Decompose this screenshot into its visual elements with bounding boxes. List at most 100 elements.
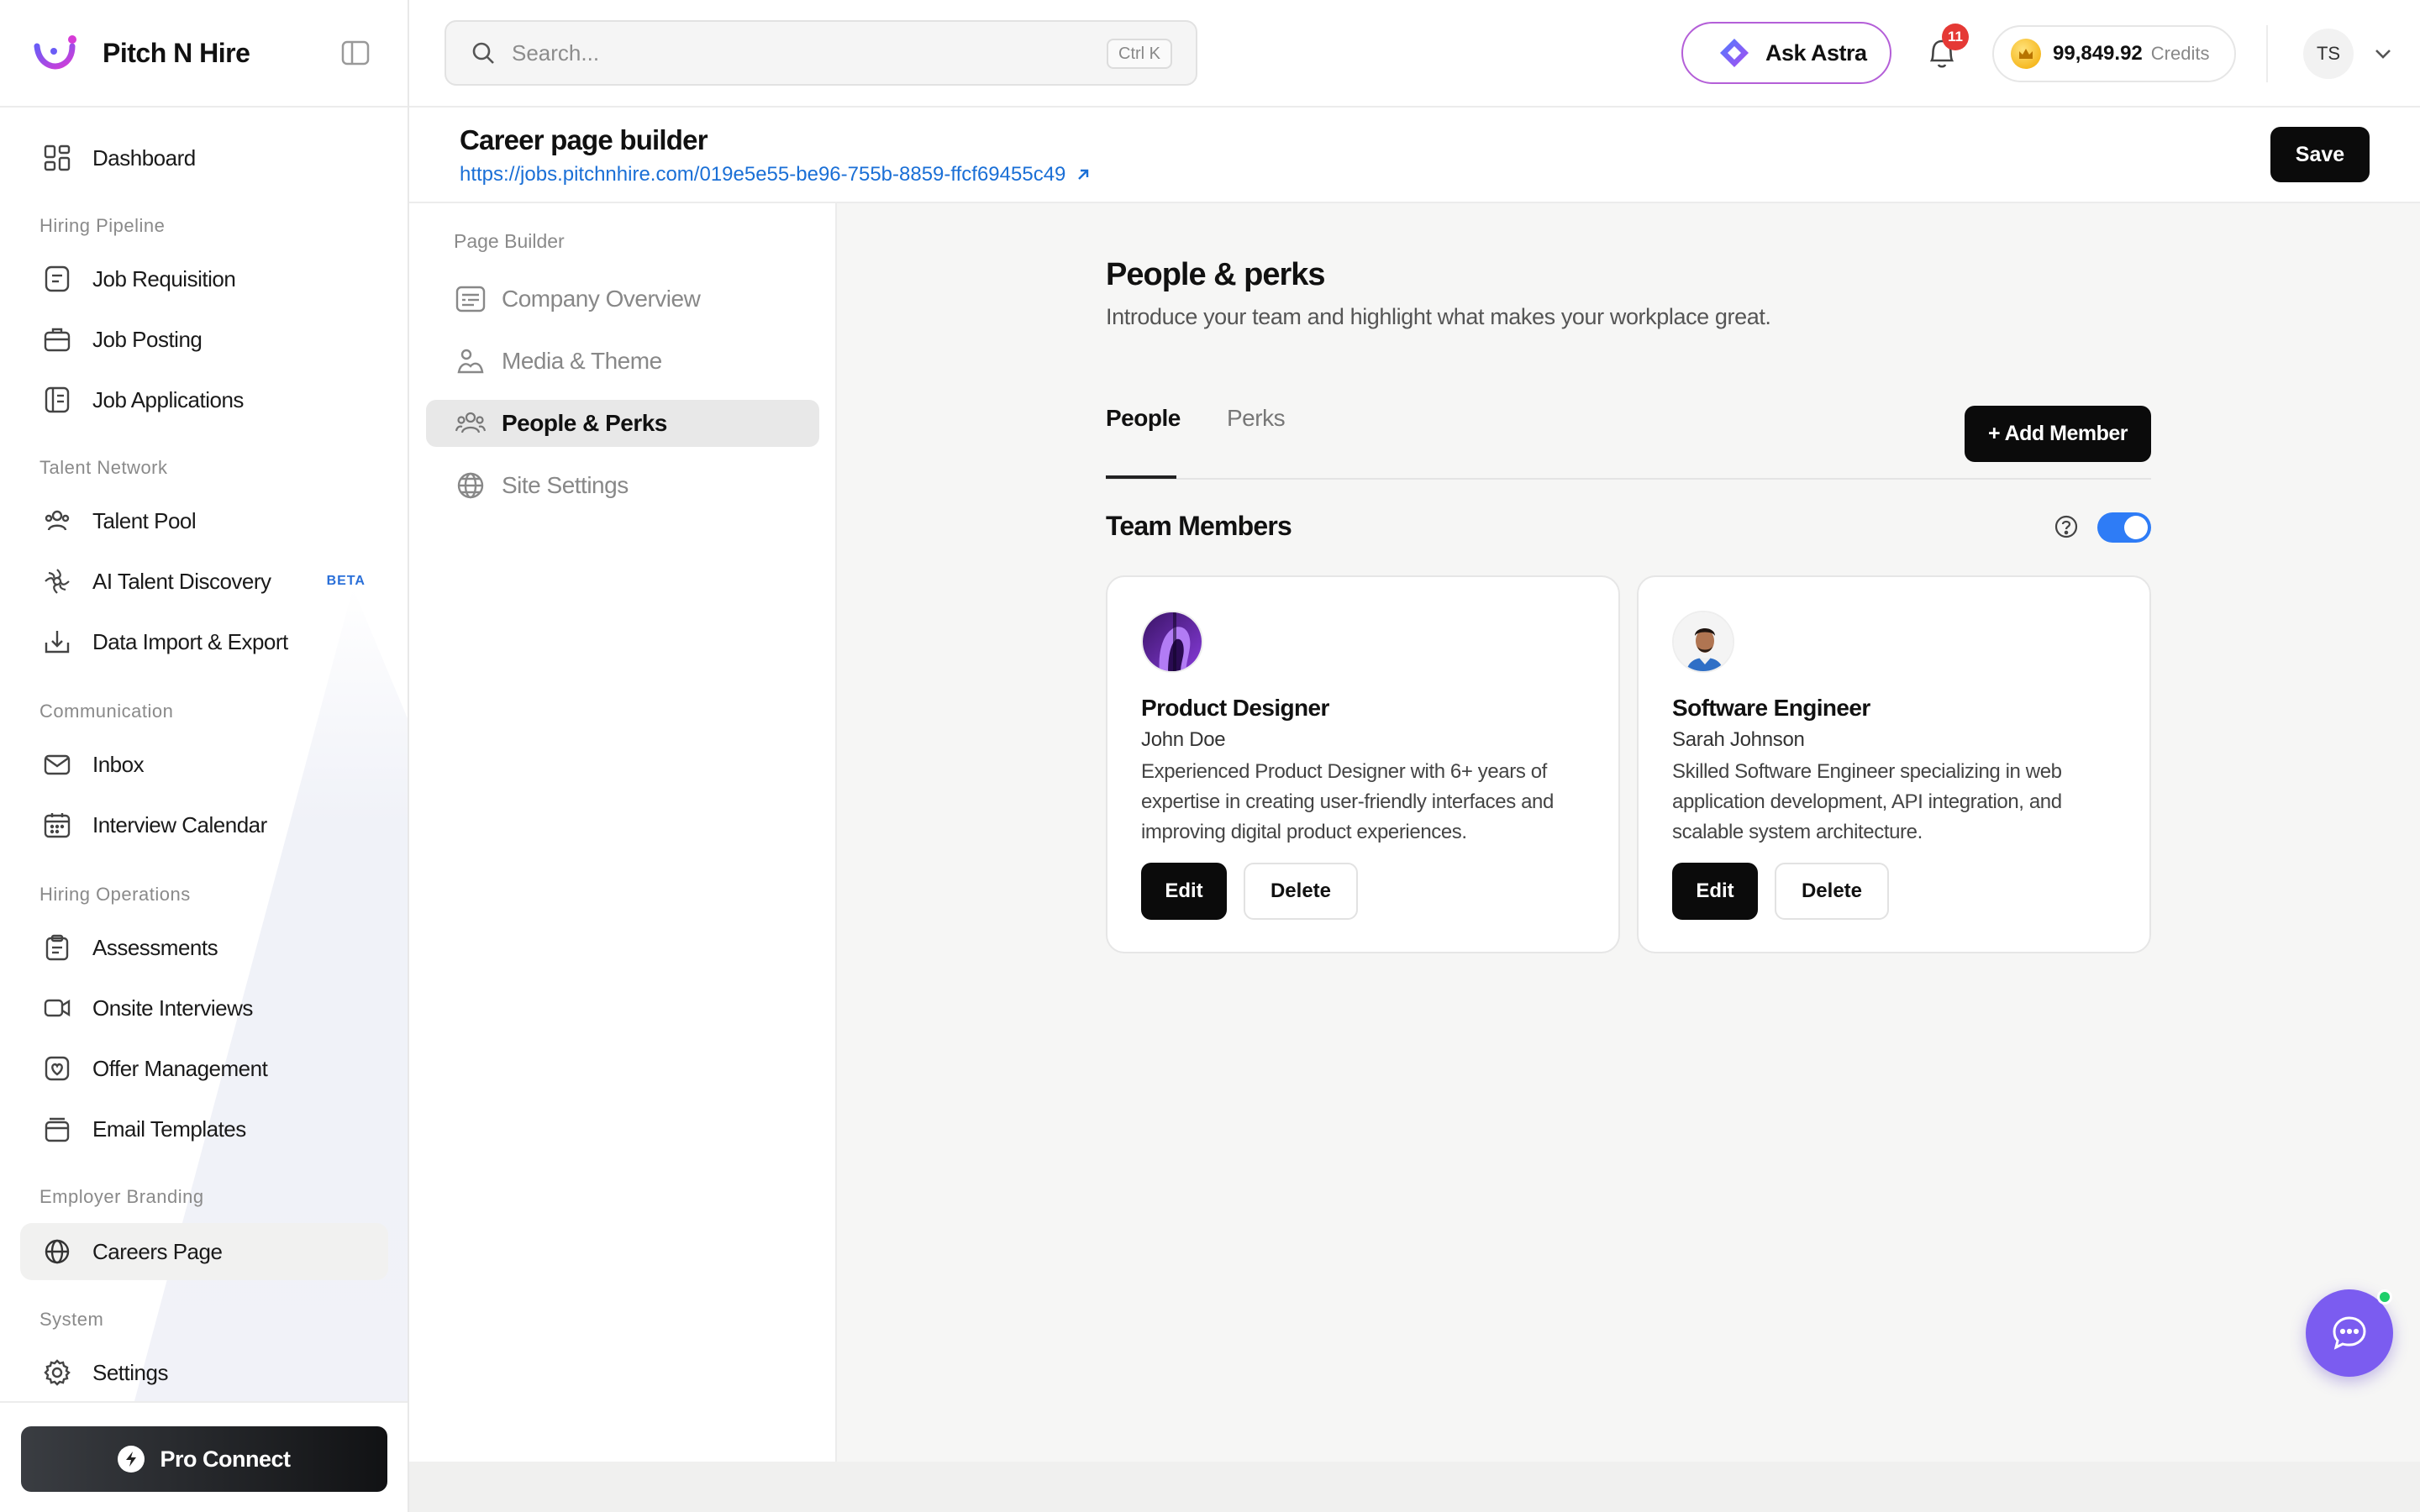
sidebar-item-inbox[interactable]: Inbox xyxy=(20,736,388,793)
pitch-n-hire-logo xyxy=(34,35,76,70)
builder-item-site-settings[interactable]: Site Settings xyxy=(426,462,819,509)
sidebar-item-offer-management[interactable]: Offer Management xyxy=(20,1040,388,1097)
sidebar-item-label: Offer Management xyxy=(92,1055,268,1081)
sidebar: Pitch N Hire Dashboard Hiring Pipeline J… xyxy=(0,0,409,1512)
sidebar-item-label: Onsite Interviews xyxy=(92,995,253,1021)
section-communication: Communication xyxy=(39,701,174,722)
sidebar-item-data-import-export[interactable]: Data Import & Export xyxy=(20,613,388,670)
topbar-divider xyxy=(2266,25,2268,82)
beta-badge: BETA xyxy=(326,574,366,588)
delete-member-button[interactable]: Delete xyxy=(1775,863,1889,920)
ask-astra-label: Ask Astra xyxy=(1765,39,1867,66)
globe-icon xyxy=(455,470,487,501)
career-page-url[interactable]: https://jobs.pitchnhire.com/019e5e55-be9… xyxy=(460,163,1065,186)
bottom-strip xyxy=(409,1462,2420,1512)
sidebar-item-assessments[interactable]: Assessments xyxy=(20,919,388,976)
member-card: Product Designer John Doe Experienced Pr… xyxy=(1106,575,1620,953)
sidebar-item-label: Talent Pool xyxy=(92,507,197,533)
sidebar-item-label: Assessments xyxy=(92,934,218,960)
layout-icon xyxy=(455,283,487,315)
bolt-icon xyxy=(118,1446,145,1473)
sidebar-item-job-requisition[interactable]: Job Requisition xyxy=(20,250,388,307)
credits-unit: Credits xyxy=(2150,43,2210,64)
external-link-icon xyxy=(1078,169,1089,180)
section-hiring-pipeline: Hiring Pipeline xyxy=(39,215,166,236)
dashboard-icon xyxy=(42,143,72,173)
sidebar-item-label: AI Talent Discovery xyxy=(92,568,271,594)
member-name: John Doe xyxy=(1141,728,1226,751)
member-bio: Skilled Software Engineer specializing i… xyxy=(1672,760,2062,843)
sidebar-item-job-applications[interactable]: Job Applications xyxy=(20,371,388,428)
top-bar: Ctrl K Ask Astra 11 99,849.92 Credits TS xyxy=(409,0,2420,108)
search-icon xyxy=(472,42,494,64)
notification-badge: 11 xyxy=(1942,24,1969,50)
builder-item-media-theme[interactable]: Media & Theme xyxy=(426,338,819,385)
member-role: Software Engineer xyxy=(1672,695,1870,721)
section-talent-network: Talent Network xyxy=(39,457,168,478)
page-builder-panel: Page Builder Company Overview Media & Th… xyxy=(409,203,837,1462)
sidebar-item-dashboard[interactable]: Dashboard xyxy=(20,129,388,186)
builder-item-company-overview[interactable]: Company Overview xyxy=(426,276,819,323)
member-avatar xyxy=(1141,611,1203,673)
chat-bubble-icon xyxy=(2333,1316,2366,1350)
edit-member-button[interactable]: Edit xyxy=(1141,863,1227,920)
builder-item-people-perks[interactable]: People & Perks xyxy=(426,400,819,447)
applications-icon xyxy=(42,385,72,415)
sidebar-item-interview-calendar[interactable]: Interview Calendar xyxy=(20,796,388,853)
user-avatar[interactable]: TS xyxy=(2303,29,2354,79)
sidebar-item-label: Careers Page xyxy=(92,1238,223,1264)
chevron-down-icon[interactable] xyxy=(2374,45,2392,62)
sidebar-item-label: Email Templates xyxy=(92,1116,246,1142)
pro-connect-button[interactable]: Pro Connect xyxy=(21,1426,387,1492)
section-heading: People & perks xyxy=(1106,257,1326,292)
sidebar-item-label: Inbox xyxy=(92,751,145,777)
users-icon xyxy=(42,506,72,536)
calendar-icon xyxy=(42,810,72,840)
sidebar-item-label: Data Import & Export xyxy=(92,628,288,654)
sidebar-item-careers-page[interactable]: Careers Page xyxy=(20,1223,388,1280)
sidebar-item-label: Dashboard xyxy=(92,144,196,171)
ask-astra-button[interactable]: Ask Astra xyxy=(1681,22,1891,84)
member-role: Product Designer xyxy=(1141,695,1329,721)
member-avatar xyxy=(1672,611,1734,673)
tabs-divider xyxy=(1106,478,2151,480)
sidebar-item-email-templates[interactable]: Email Templates xyxy=(20,1100,388,1158)
search-box[interactable]: Ctrl K xyxy=(445,20,1197,86)
delete-member-button[interactable]: Delete xyxy=(1244,863,1358,920)
section-employer-branding: Employer Branding xyxy=(39,1186,204,1207)
edit-member-button[interactable]: Edit xyxy=(1672,863,1758,920)
builder-item-label: Media & Theme xyxy=(502,348,662,374)
clipboard-icon xyxy=(42,932,72,963)
coin-icon xyxy=(2011,39,2041,69)
users-icon xyxy=(455,407,487,439)
save-button[interactable]: Save xyxy=(2270,127,2370,182)
section-subheading: Introduce your team and highlight what m… xyxy=(1106,304,1771,329)
builder-item-label: Company Overview xyxy=(502,286,701,312)
builder-item-label: Site Settings xyxy=(502,472,629,498)
help-icon[interactable] xyxy=(2054,514,2079,539)
sidebar-item-settings[interactable]: Settings xyxy=(20,1344,388,1401)
sidebar-item-label: Job Requisition xyxy=(92,265,236,291)
section-system: System xyxy=(39,1309,104,1330)
tab-people[interactable]: People xyxy=(1106,405,1181,432)
team-members-heading: Team Members xyxy=(1106,511,1292,541)
page-builder-title: Page Builder xyxy=(454,230,565,252)
credits-pill[interactable]: 99,849.92 Credits xyxy=(1992,25,2236,82)
ai-spark-icon xyxy=(42,566,72,596)
tab-perks[interactable]: Perks xyxy=(1227,405,1286,432)
sidebar-toggle-icon[interactable] xyxy=(341,40,370,66)
globe-icon xyxy=(42,1236,72,1267)
add-member-button[interactable]: + Add Member xyxy=(1965,406,2151,462)
sidebar-item-ai-talent-discovery[interactable]: AI Talent Discovery BETA xyxy=(20,553,388,610)
briefcase-icon xyxy=(42,324,72,354)
mail-icon xyxy=(42,749,72,780)
search-input[interactable] xyxy=(512,39,1050,66)
career-page-link[interactable]: https://jobs.pitchnhire.com/019e5e55-be9… xyxy=(460,163,1091,186)
member-bio: Experienced Product Designer with 6+ yea… xyxy=(1141,760,1554,843)
template-icon xyxy=(42,1114,72,1144)
pro-connect-label: Pro Connect xyxy=(160,1446,291,1472)
sidebar-item-talent-pool[interactable]: Talent Pool xyxy=(20,492,388,549)
sidebar-item-job-posting[interactable]: Job Posting xyxy=(20,311,388,368)
team-visibility-toggle[interactable] xyxy=(2097,512,2151,543)
sidebar-item-onsite-interviews[interactable]: Onsite Interviews xyxy=(20,979,388,1037)
